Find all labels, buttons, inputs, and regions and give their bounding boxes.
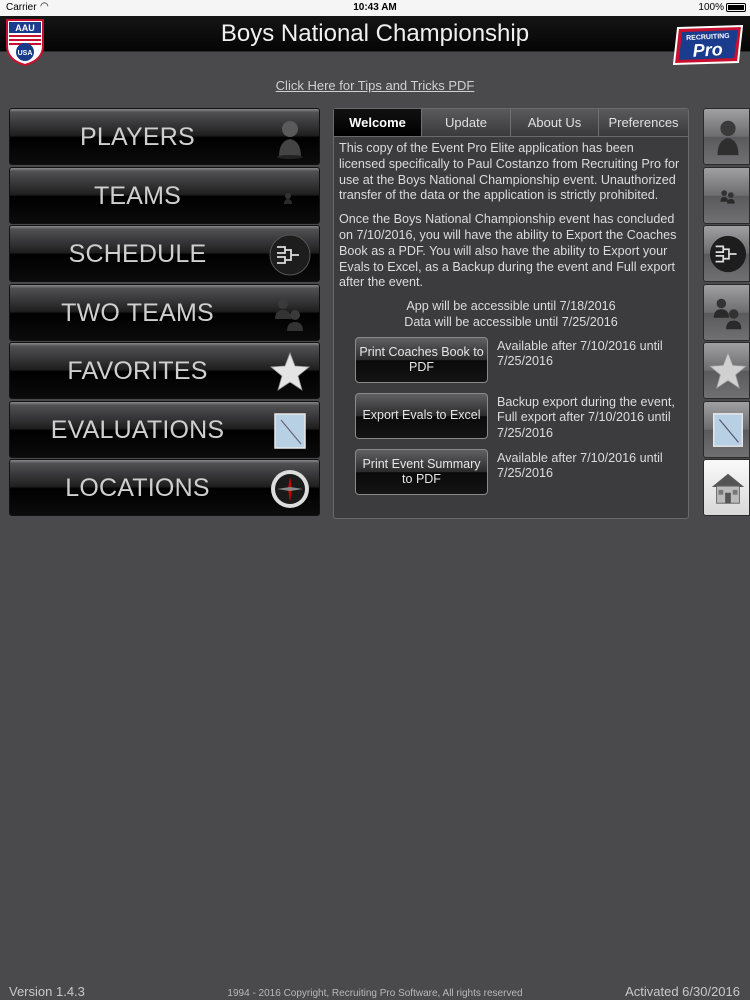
strip-two-teams-button[interactable] — [703, 283, 750, 341]
action-row: Print Coaches Book to PDF Available afte… — [339, 336, 683, 393]
player-icon — [277, 121, 303, 159]
notebook-icon — [274, 412, 306, 449]
footer: Version 1.4.3 1994 - 2016 Copyright, Rec… — [0, 984, 750, 1000]
player-icon — [717, 120, 739, 156]
menu-label: PLAYERS — [80, 123, 195, 151]
two-teams-icon — [713, 298, 742, 329]
menu-label: FAVORITES — [67, 357, 208, 385]
strip-favorites-button[interactable] — [703, 342, 750, 399]
tab-about-us[interactable]: About Us — [511, 109, 599, 136]
menu-evaluations-button[interactable]: EVALUATIONS — [9, 400, 320, 458]
activated-label: Activated 6/30/2016 — [625, 984, 740, 999]
menu-two-teams-button[interactable]: TWO TEAMS — [9, 283, 320, 341]
action-description: Available after 7/10/2016 until 7/25/201… — [497, 450, 663, 481]
menu-label: LOCATIONS — [65, 474, 210, 502]
compass-icon — [271, 470, 309, 508]
tab-bar: Welcome Update About Us Preferences — [334, 109, 688, 137]
menu-label: TWO TEAMS — [61, 298, 214, 327]
page-title: Boys National Championship — [220, 20, 530, 47]
menu-locations-button[interactable]: LOCATIONS — [9, 459, 320, 516]
tab-preferences[interactable]: Preferences — [599, 109, 688, 136]
aau-logo: AAU USA — [6, 19, 44, 66]
battery-percent: 100% — [698, 2, 724, 13]
menu-label: EVALUATIONS — [50, 415, 225, 444]
two-teams-icon — [275, 298, 303, 331]
info-panel: Welcome Update About Us Preferences This… — [333, 108, 689, 519]
tab-welcome[interactable]: Welcome — [334, 109, 422, 136]
star-icon — [269, 351, 311, 391]
action-description: Available after 7/10/2016 until 7/25/201… — [497, 338, 663, 369]
svg-text:Pro: Pro — [692, 39, 723, 61]
team-icon — [720, 189, 735, 204]
strip-evaluations-button[interactable] — [703, 400, 750, 458]
menu-favorites-button[interactable]: FAVORITES — [9, 342, 320, 399]
strip-home-button[interactable] — [703, 459, 750, 516]
notebook-icon — [713, 412, 743, 447]
home-icon — [711, 473, 745, 504]
action-row: Print Event Summary to PDF Available aft… — [339, 448, 683, 505]
team-icon — [284, 192, 292, 204]
app-access-text: App will be accessible until 7/18/2016 — [406, 299, 616, 314]
welcome-content: This copy of the Event Pro Elite applica… — [334, 137, 688, 505]
tab-update[interactable]: Update — [422, 109, 511, 136]
menu-teams-button[interactable]: TEAMS — [9, 166, 320, 224]
export-paragraph: Once the Boys National Championship even… — [339, 212, 677, 290]
quick-nav-strip — [703, 108, 750, 518]
menu-schedule-button[interactable]: SCHEDULE — [9, 225, 320, 282]
license-paragraph: This copy of the Event Pro Elite applica… — [339, 141, 680, 203]
action-row: Export Evals to Excel Backup export duri… — [339, 392, 683, 449]
status-bar: Carrier ◠ 10:43 AM 100% — [0, 0, 750, 16]
strip-players-button[interactable] — [703, 108, 750, 165]
strip-teams-button[interactable] — [703, 166, 750, 224]
svg-text:AAU: AAU — [15, 23, 35, 33]
bracket-icon — [269, 234, 311, 276]
status-time: 10:43 AM — [353, 2, 397, 13]
tips-pdf-link[interactable]: Click Here for Tips and Tricks PDF — [0, 78, 750, 93]
svg-text:USA: USA — [18, 50, 33, 57]
title-bar: Boys National Championship — [0, 16, 750, 52]
action-description: Backup export during the event, Full exp… — [497, 394, 675, 440]
data-access-text: Data will be accessible until 7/25/2016 — [404, 314, 618, 329]
star-icon — [708, 351, 748, 390]
recruiting-pro-logo: RECRUITING Pro — [672, 24, 744, 66]
bracket-icon — [709, 235, 747, 273]
main-menu: PLAYERS TEAMS SCHEDULE TWO TEAMS FAVORIT… — [9, 108, 320, 518]
menu-label: SCHEDULE — [68, 240, 207, 268]
menu-players-button[interactable]: PLAYERS — [9, 108, 320, 165]
strip-schedule-button[interactable] — [703, 225, 750, 282]
print-coaches-book-button[interactable]: Print Coaches Book to PDF — [355, 336, 488, 383]
print-event-summary-button[interactable]: Print Event Summary to PDF — [355, 448, 488, 495]
battery-icon — [726, 3, 746, 12]
menu-label: TEAMS — [93, 181, 182, 210]
export-evals-button[interactable]: Export Evals to Excel — [355, 392, 488, 439]
